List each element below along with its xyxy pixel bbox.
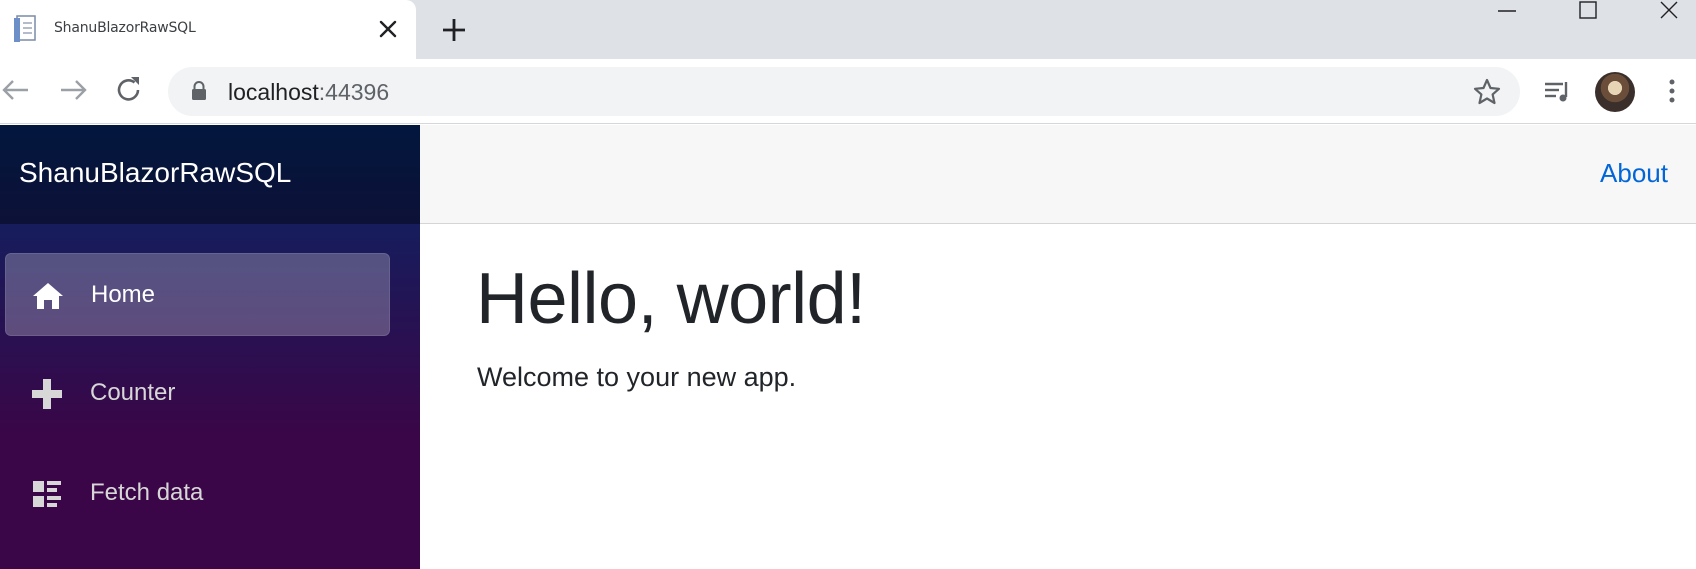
address-bar[interactable]: localhost:44396: [168, 67, 1520, 116]
top-row: About: [420, 125, 1696, 224]
about-link[interactable]: About: [1600, 158, 1668, 189]
nav-item-fetch-data[interactable]: Fetch data: [5, 452, 390, 535]
lock-icon[interactable]: [190, 81, 208, 101]
home-icon: [33, 283, 63, 309]
browser-tab-strip: ShanuBlazorRawSQL: [0, 0, 1696, 59]
nav-item-home[interactable]: Home: [5, 253, 390, 336]
sidebar: ShanuBlazorRawSQL Home Counter Fetch dat…: [0, 125, 420, 569]
arrow-right-icon[interactable]: [55, 73, 89, 107]
brand-bar: ShanuBlazorRawSQL: [0, 125, 420, 224]
brand-link[interactable]: ShanuBlazorRawSQL: [19, 157, 291, 189]
url-text[interactable]: localhost:44396: [228, 79, 389, 106]
tab-title: ShanuBlazorRawSQL: [54, 20, 196, 36]
profile-avatar[interactable]: [1595, 72, 1635, 112]
minimize-window-icon[interactable]: [1478, 0, 1534, 28]
reload-icon[interactable]: [112, 73, 146, 107]
nav-label-fetch-data: Fetch data: [90, 479, 204, 506]
star-icon[interactable]: [1472, 77, 1502, 107]
close-icon[interactable]: [376, 17, 400, 41]
list-rich-icon: [33, 481, 61, 507]
nav-item-counter[interactable]: Counter: [5, 352, 390, 435]
main-content: Hello, world! Welcome to your new app.: [420, 224, 1696, 569]
nav-label-home: Home: [91, 281, 156, 308]
browser-tab[interactable]: ShanuBlazorRawSQL: [0, 0, 416, 59]
page-title: Hello, world!: [476, 259, 866, 339]
media-queue-icon[interactable]: [1542, 76, 1574, 108]
plus-icon: [32, 379, 62, 409]
url-host: localhost: [228, 79, 319, 105]
page-favicon-icon: [14, 15, 36, 42]
kebab-menu-icon[interactable]: [1660, 75, 1684, 107]
maximize-window-icon[interactable]: [1561, 0, 1617, 28]
new-tab-plus-icon[interactable]: [440, 16, 468, 44]
url-port: :44396: [318, 79, 390, 105]
welcome-text: Welcome to your new app.: [477, 362, 797, 392]
browser-toolbar: localhost:44396: [0, 59, 1696, 124]
close-window-icon[interactable]: [1640, 0, 1696, 28]
nav-label-counter: Counter: [90, 379, 176, 406]
arrow-left-icon[interactable]: [0, 73, 34, 107]
